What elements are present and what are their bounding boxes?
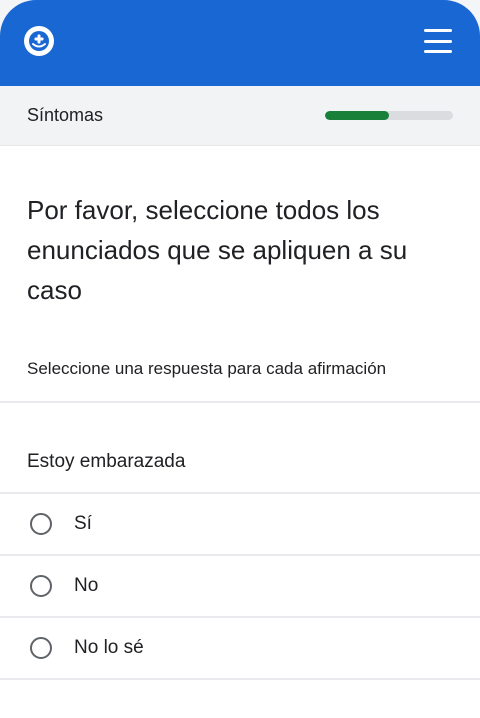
plus-badge-icon[interactable]: [24, 26, 54, 56]
app-window: Síntomas Por favor, seleccione todos los…: [0, 0, 480, 718]
section-label: Síntomas: [27, 105, 104, 125]
question-card: Por favor, seleccione todos los enunciad…: [0, 146, 480, 680]
option-no[interactable]: No: [0, 556, 480, 618]
radio-button[interactable]: [30, 575, 52, 597]
app-header: [0, 0, 480, 86]
option-yes[interactable]: Sí: [0, 494, 480, 556]
radio-button[interactable]: [30, 513, 52, 535]
progress-header: Síntomas: [0, 86, 480, 146]
progress-bar: [325, 111, 453, 120]
question-title: Por favor, seleccione todos los enunciad…: [27, 195, 408, 305]
option-label: Sí: [74, 513, 92, 534]
option-unknown[interactable]: No lo sé: [0, 618, 480, 680]
progress-fill: [325, 111, 389, 120]
option-label: No: [74, 575, 99, 596]
question-instruction: Seleccione una respuesta para cada afirm…: [0, 310, 480, 403]
hamburger-menu-icon[interactable]: [424, 29, 452, 53]
radio-button[interactable]: [30, 637, 52, 659]
statement-label: Estoy embarazada: [0, 403, 480, 494]
option-label: No lo sé: [74, 637, 144, 658]
